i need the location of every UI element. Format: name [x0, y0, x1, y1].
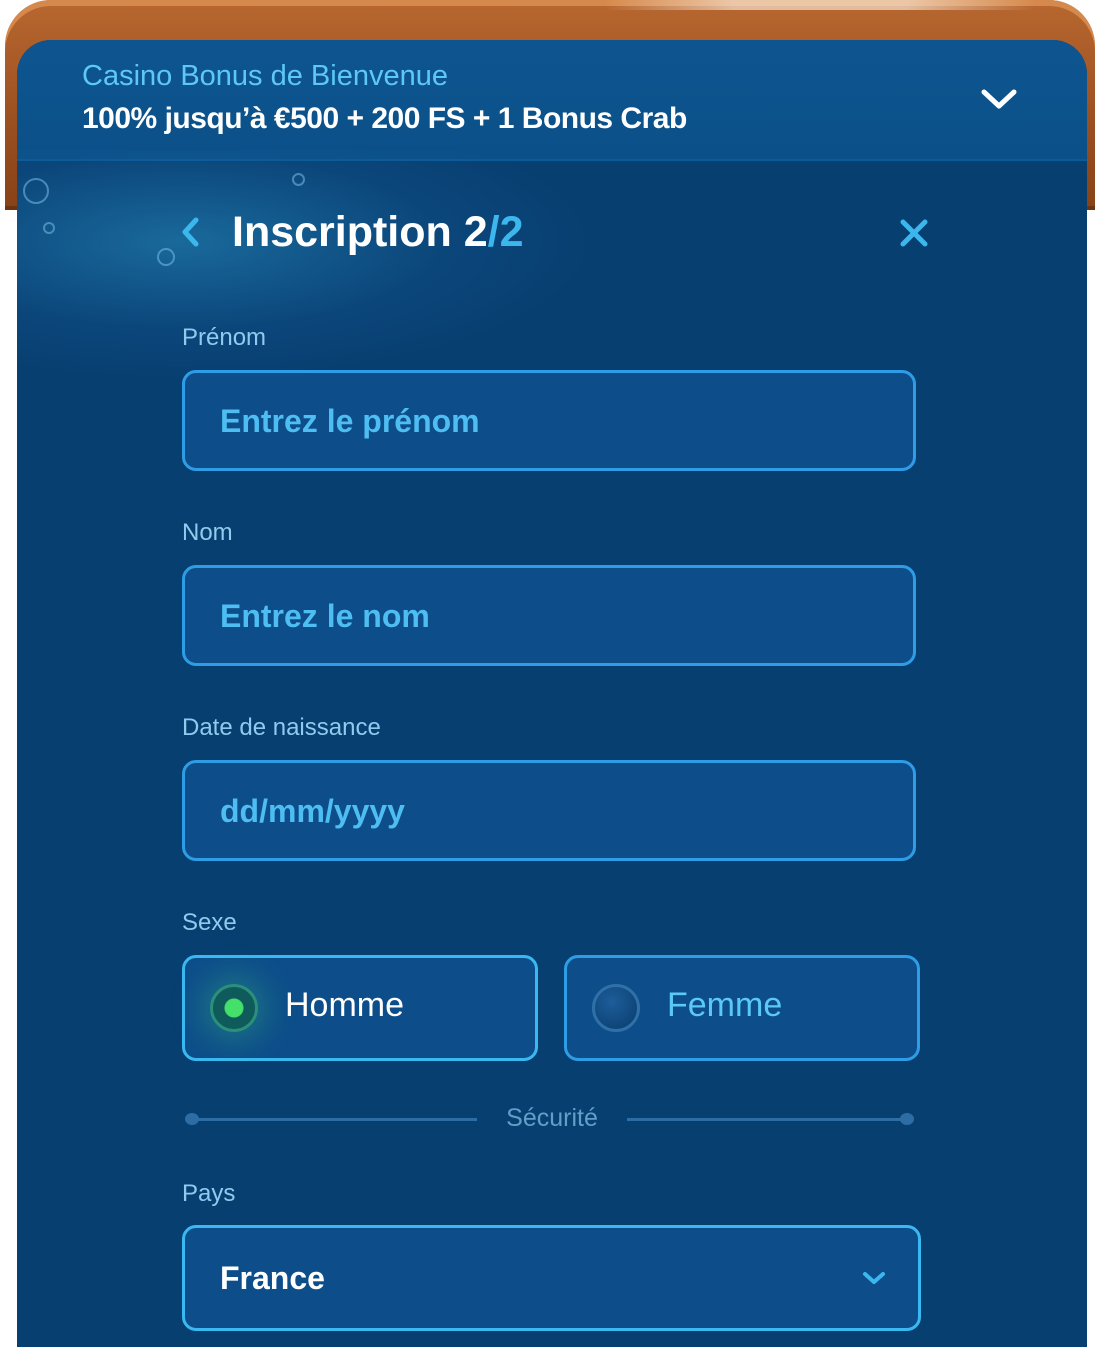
- page-title: Inscription 2/2: [232, 208, 524, 257]
- chevron-down-icon[interactable]: [979, 84, 1019, 114]
- title-slash: /: [487, 208, 500, 256]
- divider-right-line: [627, 1118, 907, 1121]
- country-label: Pays: [182, 1180, 236, 1207]
- frame-decoration: [605, 0, 1035, 10]
- last-name-input[interactable]: [218, 568, 882, 665]
- gender-option-label: Femme: [667, 986, 783, 1024]
- first-name-field[interactable]: [182, 370, 916, 471]
- birth-date-field[interactable]: [182, 760, 916, 861]
- birth-date-label: Date de naissance: [182, 714, 381, 741]
- security-section-divider: Sécurité: [506, 1104, 598, 1132]
- step-header: Inscription 2/2: [17, 200, 1087, 270]
- first-name-label: Prénom: [182, 324, 267, 351]
- radio-unselected-icon: [592, 984, 640, 1032]
- gender-option-label: Homme: [285, 986, 405, 1024]
- bubble-decoration: [292, 173, 305, 186]
- gender-option-female[interactable]: Femme: [564, 955, 920, 1061]
- title-total: 2: [499, 208, 524, 256]
- title-main: Inscription 2: [232, 208, 488, 256]
- divider-left-line: [192, 1118, 477, 1121]
- banner-title: 100% jusqu’à €500 + 200 FS + 1 Bonus Cra…: [82, 102, 687, 135]
- registration-panel: Casino Bonus de Bienvenue 100% jusqu’à €…: [17, 40, 1087, 1347]
- welcome-bonus-banner[interactable]: Casino Bonus de Bienvenue 100% jusqu’à €…: [17, 40, 1087, 161]
- gender-option-male[interactable]: Homme: [182, 955, 538, 1061]
- chevron-down-icon: [860, 1268, 888, 1288]
- country-select-value: France: [220, 1260, 325, 1296]
- gender-label: Sexe: [182, 909, 237, 936]
- first-name-input[interactable]: [218, 373, 882, 470]
- radio-selected-icon: [210, 984, 258, 1032]
- chevron-left-icon[interactable]: [172, 212, 212, 252]
- banner-subtitle: Casino Bonus de Bienvenue: [82, 60, 448, 92]
- country-select[interactable]: France: [182, 1225, 921, 1331]
- divider-right-cap: [900, 1113, 914, 1125]
- last-name-label: Nom: [182, 519, 233, 546]
- birth-date-input[interactable]: [218, 763, 882, 860]
- last-name-field[interactable]: [182, 565, 916, 666]
- close-icon[interactable]: [897, 216, 931, 250]
